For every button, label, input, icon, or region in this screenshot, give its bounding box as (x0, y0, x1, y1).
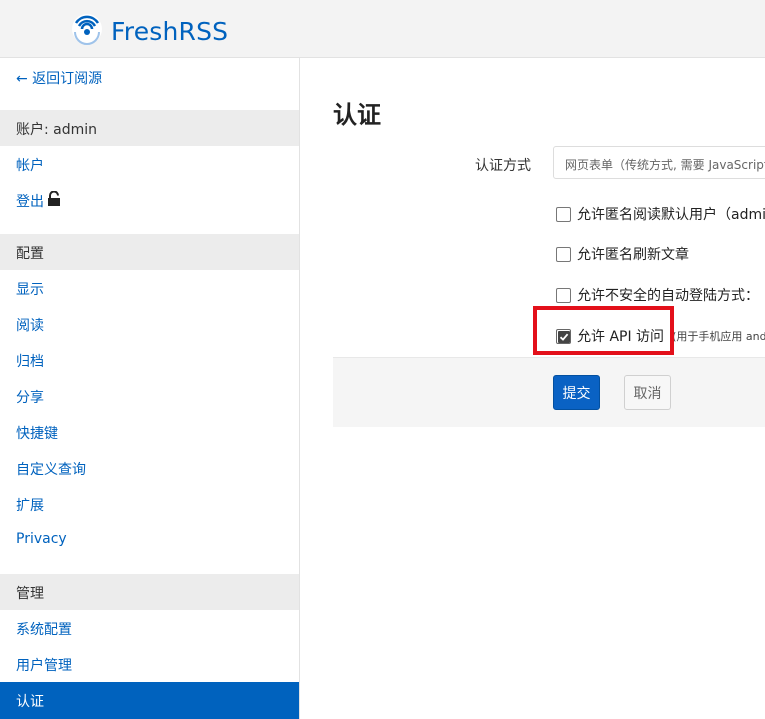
sidebar-item-logout[interactable]: 登出 (16, 190, 61, 211)
top-header: FreshRSS (0, 0, 765, 58)
page-title: 认证 (333, 101, 381, 129)
api-access-hint: (用于手机应用 and (672, 330, 765, 343)
anon-read-checkbox[interactable] (556, 206, 571, 222)
sidebar-section-account: 账户: admin (0, 110, 299, 146)
sidebar-item-account[interactable]: 帐户 (16, 155, 44, 175)
highlight-box (533, 306, 674, 355)
sidebar-item-queries[interactable]: 自定义查询 (16, 459, 86, 479)
sidebar: ← 返回订阅源 账户: admin 帐户 登出 配置 显示 阅读 归档 分享 快… (0, 58, 300, 719)
anon-read-option[interactable]: 允许匿名阅读默认用户（admin） (556, 204, 765, 224)
sidebar-item-privacy[interactable]: Privacy (16, 531, 67, 547)
back-to-feeds-link[interactable]: ← 返回订阅源 (16, 68, 102, 88)
app-name: FreshRSS (111, 16, 229, 46)
sidebar-section-admin: 管理 (0, 574, 299, 610)
freshrss-logo[interactable]: FreshRSS (70, 12, 228, 50)
sidebar-item-users[interactable]: 用户管理 (16, 655, 72, 675)
sidebar-item-reading[interactable]: 阅读 (16, 315, 44, 335)
rss-logo-icon (70, 12, 104, 50)
api-access-checkbox[interactable] (556, 328, 571, 344)
form-actions: 提交 取消 (333, 357, 765, 427)
anon-refresh-option[interactable]: 允许匿名刷新文章 (556, 244, 689, 264)
sidebar-item-sharing[interactable]: 分享 (16, 387, 44, 407)
anon-refresh-checkbox[interactable] (556, 246, 571, 262)
cancel-button[interactable]: 取消 (624, 375, 671, 410)
sidebar-item-display[interactable]: 显示 (16, 279, 44, 299)
auth-method-select[interactable]: 网页表单（传统方式, 需要 JavaScript） (553, 146, 765, 179)
sidebar-item-extensions[interactable]: 扩展 (16, 495, 44, 515)
auth-method-label: 认证方式 (475, 158, 531, 174)
sidebar-item-shortcuts[interactable]: 快捷键 (16, 423, 58, 443)
sidebar-item-archiving[interactable]: 归档 (16, 351, 44, 371)
sidebar-item-system[interactable]: 系统配置 (16, 619, 72, 639)
unsafe-autologin-checkbox[interactable] (556, 287, 571, 303)
lock-icon (47, 190, 61, 211)
submit-button[interactable]: 提交 (553, 375, 600, 410)
sidebar-section-config: 配置 (0, 234, 299, 270)
main-content: 认证 认证方式 网页表单（传统方式, 需要 JavaScript） 允许匿名阅读… (300, 58, 765, 719)
unsafe-autologin-option[interactable]: 允许不安全的自动登陆方式： (556, 285, 759, 305)
sidebar-item-authentication[interactable]: 认证 (0, 682, 299, 719)
